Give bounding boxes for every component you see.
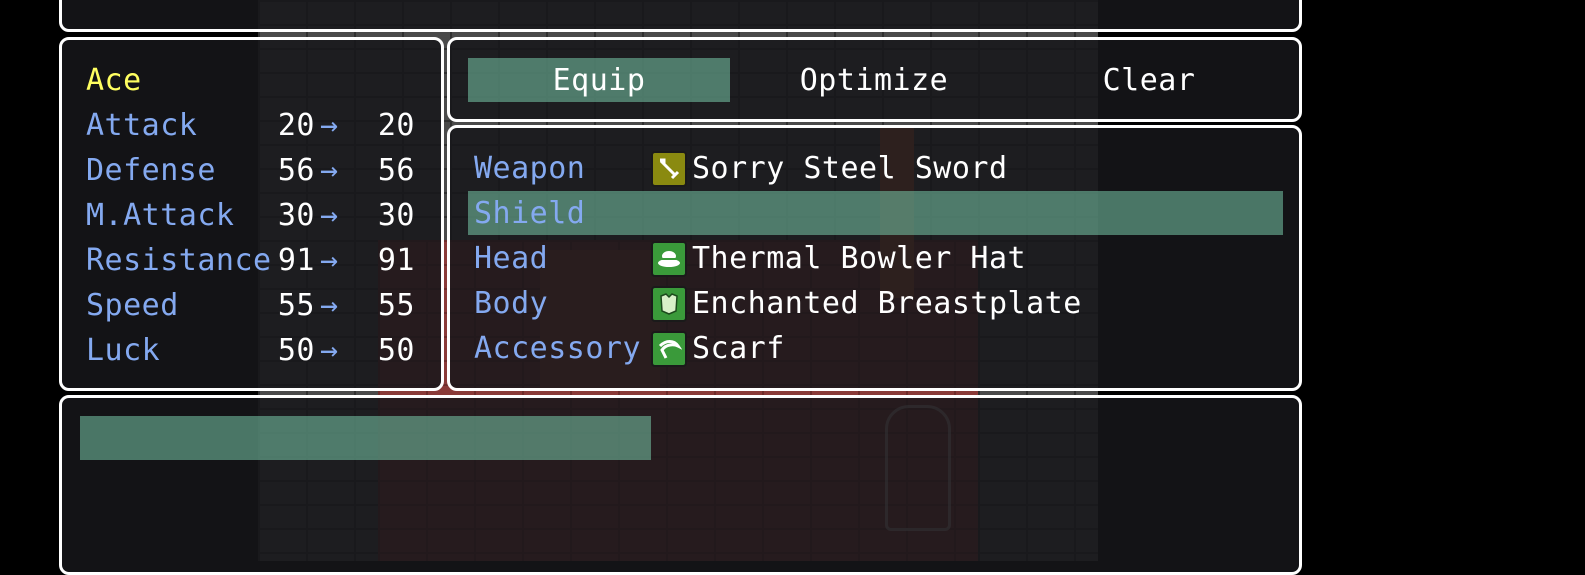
slot-item-accessory[interactable]: Scarf xyxy=(692,326,785,371)
stat-current-mattack: 30 xyxy=(277,198,315,233)
slot-label-weapon[interactable]: Weapon xyxy=(474,146,585,191)
stat-current-defense: 56 xyxy=(277,153,315,188)
item-list-cursor[interactable] xyxy=(80,416,651,460)
stat-label-luck: Luck xyxy=(86,333,161,368)
stat-new-mattack: 30 xyxy=(377,198,415,233)
item-list-window xyxy=(59,395,1302,575)
stat-label-speed: Speed xyxy=(86,288,179,323)
status-window: Ace Attack 20 → 20 Defense 56 → 56 M.Att… xyxy=(59,37,444,391)
scarf-icon xyxy=(651,331,687,367)
slot-item-weapon[interactable]: Sorry Steel Sword xyxy=(692,146,1008,191)
slot-item-body[interactable]: Enchanted Breastplate xyxy=(692,281,1082,326)
optimize-command[interactable]: Optimize xyxy=(743,58,1005,103)
stat-new-resistance: 91 xyxy=(377,243,415,278)
slot-item-head[interactable]: Thermal Bowler Hat xyxy=(692,236,1026,281)
hat-icon xyxy=(651,241,687,277)
slot-label-accessory[interactable]: Accessory xyxy=(474,326,641,371)
stat-new-attack: 20 xyxy=(377,108,415,143)
clear-command[interactable]: Clear xyxy=(1018,58,1280,103)
command-window: Equip Optimize Clear xyxy=(447,37,1302,122)
stat-arrow: → xyxy=(320,153,339,188)
stat-arrow: → xyxy=(320,108,339,143)
stat-arrow: → xyxy=(320,333,339,368)
equipment-slot-window: Weapon Sorry Steel Sword Shield Head The… xyxy=(447,125,1302,391)
sword-icon xyxy=(651,151,687,187)
stat-new-luck: 50 xyxy=(377,333,415,368)
stat-current-luck: 50 xyxy=(277,333,315,368)
stat-label-mattack: M.Attack xyxy=(86,198,235,233)
equip-command[interactable]: Equip xyxy=(468,58,730,103)
stat-arrow: → xyxy=(320,198,339,233)
slot-label-body[interactable]: Body xyxy=(474,281,548,326)
actor-name: Ace xyxy=(86,63,142,98)
stat-new-defense: 56 xyxy=(377,153,415,188)
top-window xyxy=(59,0,1302,32)
stat-current-resistance: 91 xyxy=(277,243,315,278)
stat-arrow: → xyxy=(320,288,339,323)
slot-cursor xyxy=(468,191,1283,235)
slot-label-head[interactable]: Head xyxy=(474,236,548,281)
armor-icon xyxy=(651,286,687,322)
stat-current-speed: 55 xyxy=(277,288,315,323)
stat-arrow: → xyxy=(320,243,339,278)
stat-label-defense: Defense xyxy=(86,153,216,188)
stat-label-resistance: Resistance xyxy=(86,243,272,278)
stat-new-speed: 55 xyxy=(377,288,415,323)
slot-label-shield[interactable]: Shield xyxy=(474,191,585,236)
stat-current-attack: 20 xyxy=(277,108,315,143)
stat-label-attack: Attack xyxy=(86,108,198,143)
